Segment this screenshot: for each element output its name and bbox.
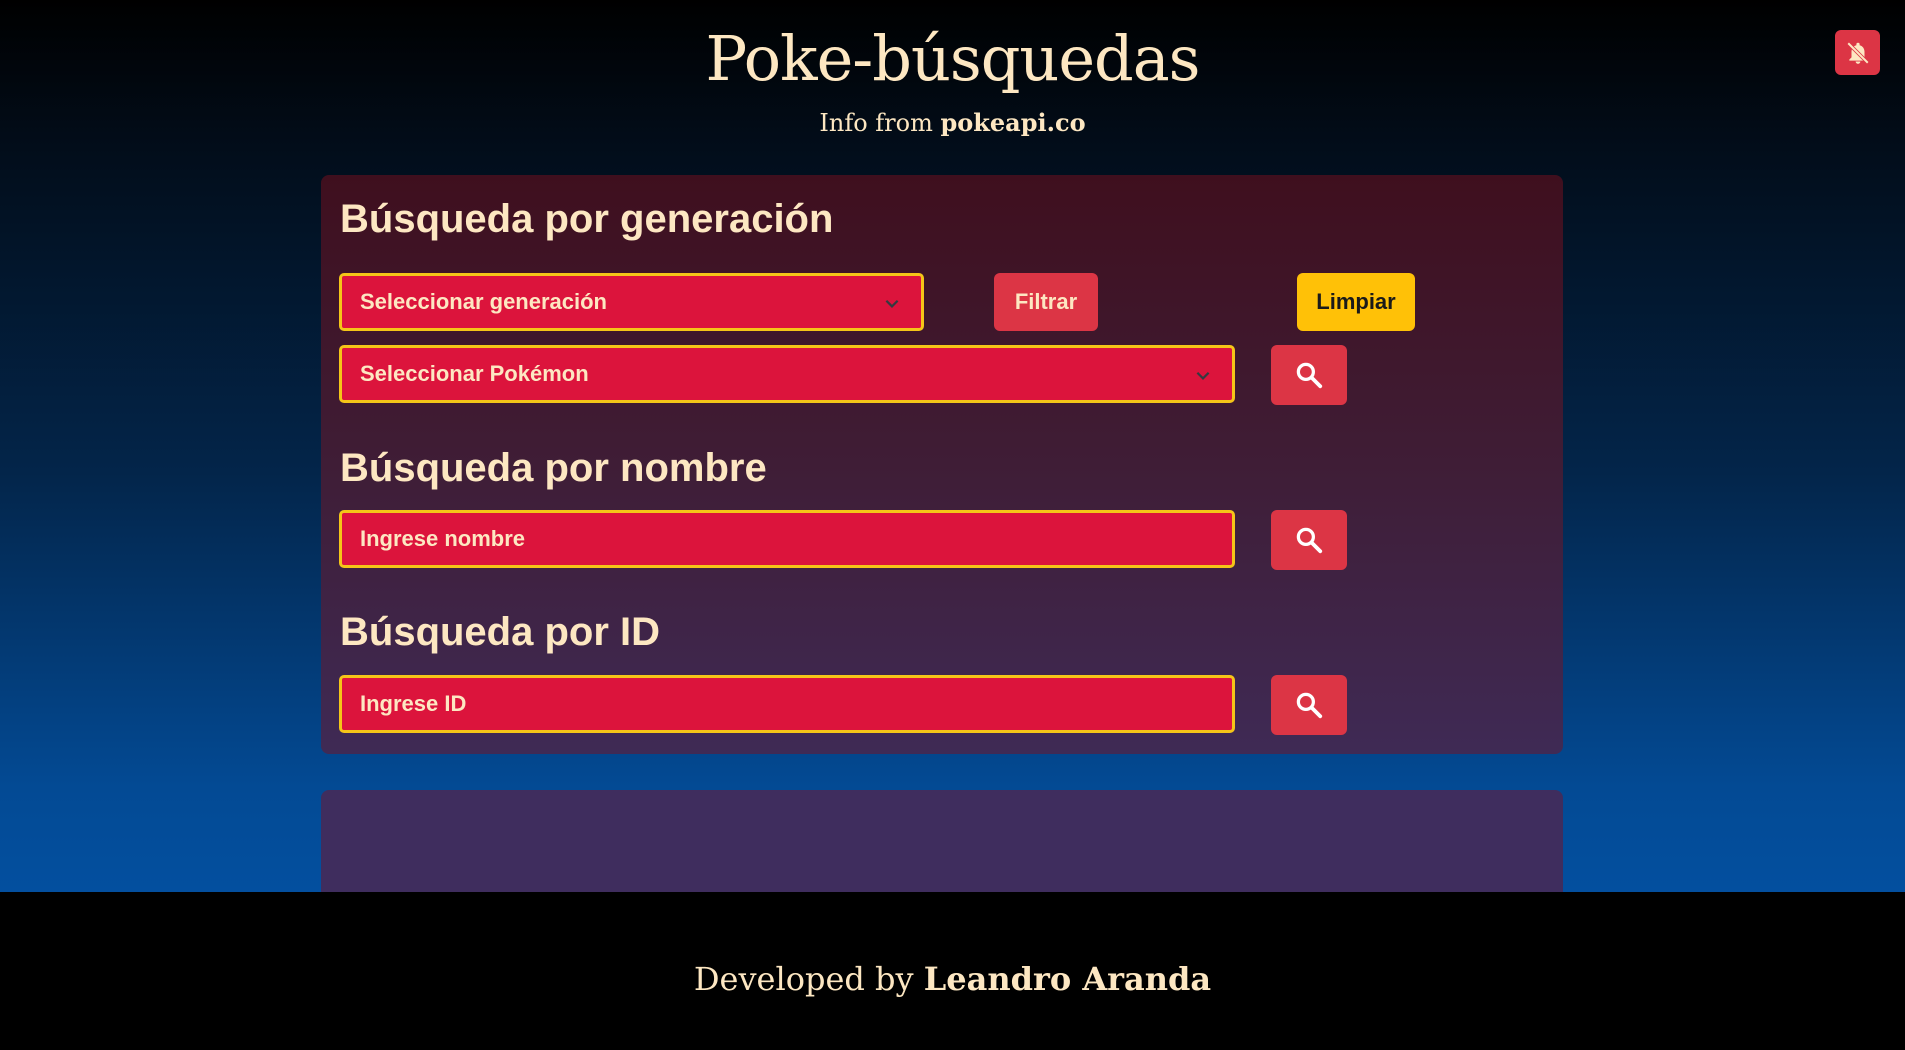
search-icon bbox=[1296, 527, 1323, 554]
search-generation-pokemon-button[interactable] bbox=[1271, 345, 1347, 405]
filter-button[interactable]: Filtrar bbox=[994, 273, 1098, 331]
pokemon-select[interactable]: Seleccionar Pokémon bbox=[339, 345, 1235, 403]
search-icon bbox=[1296, 362, 1323, 389]
results-panel bbox=[321, 790, 1563, 892]
pokemon-select-value: Seleccionar Pokémon bbox=[360, 361, 589, 386]
notifications-toggle-button[interactable] bbox=[1835, 30, 1880, 75]
generation-select-value: Seleccionar generación bbox=[360, 289, 607, 314]
clear-button[interactable]: Limpiar bbox=[1297, 273, 1415, 331]
id-search-heading: Búsqueda por ID bbox=[340, 610, 661, 654]
footer-credit: Developed by Leandro Aranda bbox=[0, 960, 1905, 998]
search-panel: Búsqueda por generación Seleccionar gene… bbox=[321, 175, 1563, 754]
chevron-down-icon bbox=[885, 299, 899, 308]
page-subtitle: Info from pokeapi.co bbox=[0, 108, 1905, 137]
name-input[interactable]: Ingrese nombre bbox=[339, 510, 1235, 568]
name-search-heading: Búsqueda por nombre bbox=[340, 446, 767, 490]
footer-author: Leandro Aranda bbox=[923, 960, 1212, 998]
name-input-placeholder: Ingrese nombre bbox=[360, 526, 526, 551]
subtitle-prefix: Info from bbox=[819, 109, 941, 137]
generation-select[interactable]: Seleccionar generación bbox=[339, 273, 924, 331]
generation-search-heading: Búsqueda por generación bbox=[340, 197, 834, 241]
chevron-down-icon bbox=[1196, 371, 1210, 380]
bell-slash-icon bbox=[1846, 41, 1869, 64]
page-header: Poke-búsquedas Info from pokeapi.co bbox=[0, 0, 1905, 170]
id-input[interactable]: Ingrese ID bbox=[339, 675, 1235, 733]
search-id-button[interactable] bbox=[1271, 675, 1347, 735]
footer-prefix: Developed by bbox=[693, 960, 924, 998]
id-input-placeholder: Ingrese ID bbox=[360, 691, 467, 716]
pokeapi-link[interactable]: pokeapi.co bbox=[940, 108, 1085, 137]
page-title: Poke-búsquedas bbox=[705, 22, 1201, 95]
search-icon bbox=[1296, 692, 1323, 719]
search-name-button[interactable] bbox=[1271, 510, 1347, 570]
